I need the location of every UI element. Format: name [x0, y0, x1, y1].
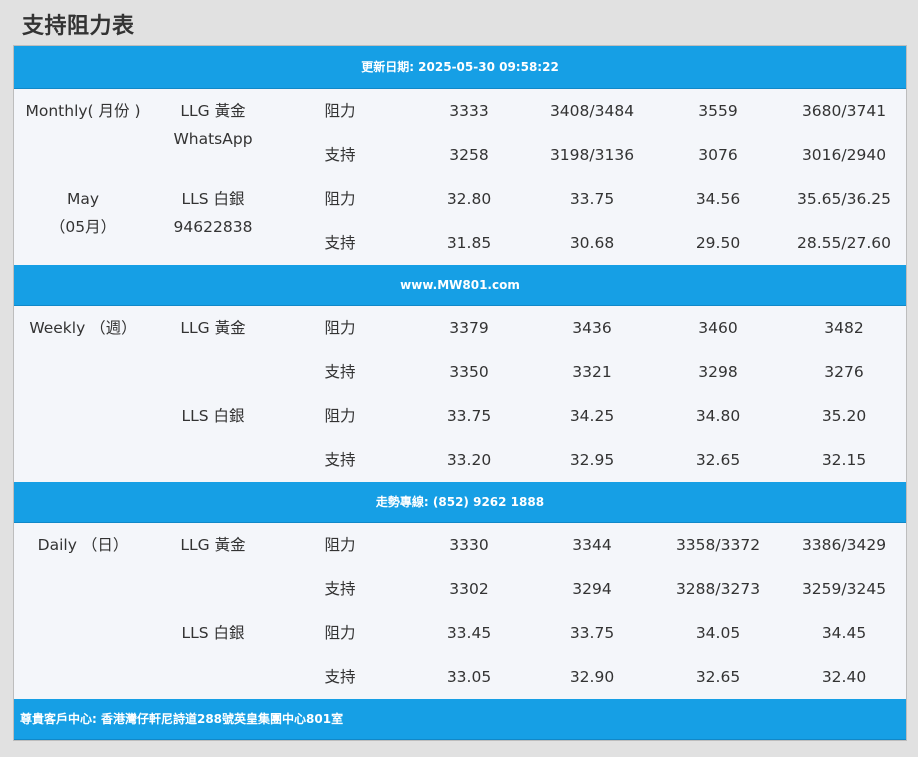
level-cell: 3198/3136 — [549, 146, 635, 164]
page-title: 支持阻力表 — [22, 14, 135, 39]
daily-section: Daily （日） LLG 黃金 LLS 白銀 阻力 3330 3344 335… — [14, 523, 906, 699]
level-cell: 3408/3484 — [549, 102, 635, 120]
update-date-band: 更新日期: 2025-05-30 09:58:22 — [14, 46, 906, 89]
level-cell: 33.05 — [446, 668, 492, 686]
daily-gold-resistance-row: 阻力 3330 3344 3358/3372 3386/3429 — [14, 523, 906, 567]
monthly-gold-resistance-row: 阻力 3333 3408/3484 3559 3680/3741 — [14, 89, 906, 133]
level-cell: 3333 — [449, 102, 489, 120]
level-cell: 3344 — [572, 536, 612, 554]
row-type-label: 支持 — [324, 146, 356, 164]
level-cell: 3386/3429 — [801, 536, 887, 554]
weekly-gold-support-row: 支持 3350 3321 3298 3276 — [14, 350, 906, 394]
level-cell: 32.90 — [569, 668, 615, 686]
level-cell: 3436 — [572, 319, 612, 337]
level-cell: 28.55/27.60 — [797, 234, 891, 252]
level-cell: 3330 — [449, 536, 489, 554]
level-cell: 3259/3245 — [801, 580, 887, 598]
weekly-silver-support-row: 支持 33.20 32.95 32.65 32.15 — [14, 438, 906, 482]
level-cell: 29.50 — [695, 234, 741, 252]
level-cell: 34.05 — [695, 624, 741, 642]
level-cell: 3294 — [572, 580, 612, 598]
row-type-label: 支持 — [324, 668, 356, 686]
levels-panel: 更新日期: 2025-05-30 09:58:22 Monthly( 月份 ) … — [13, 45, 907, 741]
row-type-label: 阻力 — [324, 190, 356, 208]
level-cell: 32.95 — [569, 451, 615, 469]
level-cell: 33.75 — [446, 407, 492, 425]
level-cell: 3358/3372 — [675, 536, 761, 554]
level-cell: 32.65 — [695, 451, 741, 469]
level-cell: 34.80 — [695, 407, 741, 425]
level-cell: 3276 — [824, 363, 864, 381]
level-cell: 34.45 — [821, 624, 867, 642]
level-cell: 3298 — [698, 363, 738, 381]
row-type-label: 阻力 — [324, 624, 356, 642]
level-cell: 3288/3273 — [675, 580, 761, 598]
monthly-section: Monthly( 月份 ) May （05月） LLG 黃金 WhatsApp … — [14, 89, 906, 265]
level-cell: 34.56 — [695, 190, 741, 208]
level-cell: 32.40 — [821, 668, 867, 686]
level-cell: 3076 — [698, 146, 738, 164]
daily-gold-support-row: 支持 3302 3294 3288/3273 3259/3245 — [14, 567, 906, 611]
level-cell: 35.20 — [821, 407, 867, 425]
level-cell: 3321 — [572, 363, 612, 381]
row-type-label: 支持 — [324, 451, 356, 469]
level-cell: 32.65 — [695, 668, 741, 686]
level-cell: 33.75 — [569, 190, 615, 208]
customer-centre-band: 尊貴客戶中心: 香港灣仔軒尼詩道288號英皇集團中心801室 — [14, 699, 906, 740]
level-cell: 33.75 — [569, 624, 615, 642]
level-cell: 3302 — [449, 580, 489, 598]
level-cell: 33.20 — [446, 451, 492, 469]
daily-silver-support-row: 支持 33.05 32.90 32.65 32.40 — [14, 655, 906, 699]
level-cell: 32.80 — [446, 190, 492, 208]
row-type-label: 阻力 — [324, 102, 356, 120]
website-band: www.MW801.com — [14, 265, 906, 306]
hotline-band: 走勢專線: (852) 9262 1888 — [14, 482, 906, 523]
level-cell: 3559 — [698, 102, 738, 120]
level-cell: 34.25 — [569, 407, 615, 425]
row-type-label: 支持 — [324, 580, 356, 598]
row-type-label: 支持 — [324, 234, 356, 252]
level-cell: 35.65/36.25 — [797, 190, 891, 208]
level-cell: 31.85 — [446, 234, 492, 252]
weekly-section: Weekly （週） LLG 黃金 LLS 白銀 阻力 3379 3436 34… — [14, 306, 906, 482]
level-cell: 33.45 — [446, 624, 492, 642]
weekly-gold-resistance-row: 阻力 3379 3436 3460 3482 — [14, 306, 906, 350]
level-cell: 3350 — [449, 363, 489, 381]
level-cell: 32.15 — [821, 451, 867, 469]
row-type-label: 阻力 — [324, 536, 356, 554]
row-type-label: 支持 — [324, 363, 356, 381]
level-cell: 3258 — [449, 146, 489, 164]
level-cell: 3482 — [824, 319, 864, 337]
row-type-label: 阻力 — [324, 319, 356, 337]
level-cell: 30.68 — [569, 234, 615, 252]
level-cell: 3379 — [449, 319, 489, 337]
monthly-silver-resistance-row: 阻力 32.80 33.75 34.56 35.65/36.25 — [14, 177, 906, 221]
level-cell: 3460 — [698, 319, 738, 337]
row-type-label: 阻力 — [324, 407, 356, 425]
monthly-gold-support-row: 支持 3258 3198/3136 3076 3016/2940 — [14, 133, 906, 177]
monthly-silver-support-row: 支持 31.85 30.68 29.50 28.55/27.60 — [14, 221, 906, 265]
level-cell: 3016/2940 — [801, 146, 887, 164]
daily-silver-resistance-row: 阻力 33.45 33.75 34.05 34.45 — [14, 611, 906, 655]
level-cell: 3680/3741 — [801, 102, 887, 120]
weekly-silver-resistance-row: 阻力 33.75 34.25 34.80 35.20 — [14, 394, 906, 438]
